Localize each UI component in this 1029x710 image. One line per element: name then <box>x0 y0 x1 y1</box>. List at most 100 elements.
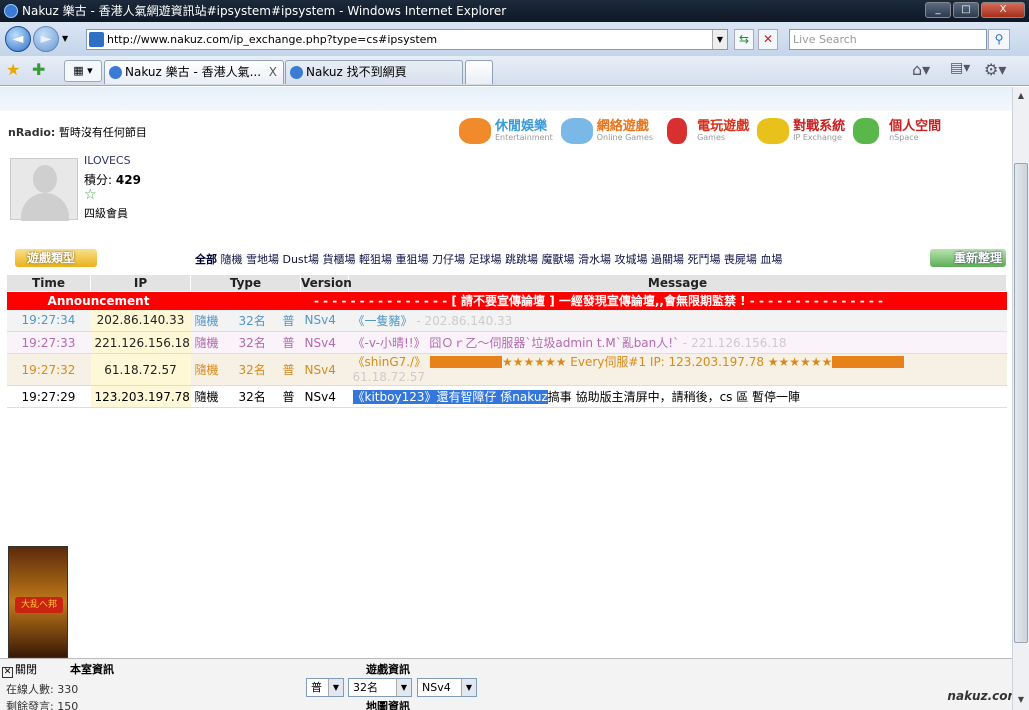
main-menu: 休閒娛樂 Entertainment 網絡遊戲 Online Games 電玩遊… <box>457 115 947 149</box>
message-text: 囧Ｏｒ乙〜伺服器`垃圾admin t.M`亂ban人!` <box>429 336 680 350</box>
row-players: 32名 <box>234 353 279 386</box>
search-icon[interactable]: ⚲ <box>988 29 1010 50</box>
row-players: 32名 <box>234 331 279 354</box>
page-menu-icon[interactable]: ▤▾ <box>950 60 970 76</box>
window-title: Nakuz 樂古 - 香港人氣網遊資訊站#ipsystem#ipsystem -… <box>22 4 507 18</box>
quick-tabs-icon[interactable]: ▦ ▾ <box>64 60 102 82</box>
add-favorites-icon[interactable]: ✚ <box>32 60 45 79</box>
row-ip[interactable]: 123.203.197.78 <box>90 385 191 408</box>
color-bar <box>832 356 905 368</box>
score-value: 429 <box>115 173 141 187</box>
game-type-filters[interactable]: 全部 隨機 雪地場 Dust場 貨櫃場 輕狙場 重狙場 刀仔場 足球場 跳跳場 … <box>195 251 782 267</box>
col-ip: IP <box>90 274 191 292</box>
game-type-bar: 遊戲類型 全部 隨機 雪地場 Dust場 貨櫃場 輕狙場 重狙場 刀仔場 足球場… <box>15 249 1006 267</box>
row-ip[interactable]: 221.126.156.18 <box>90 331 191 354</box>
message-ip: - 202.86.140.33 <box>412 313 513 328</box>
row-message: 《一隻豬》 - 202.86.140.33 <box>348 309 1007 332</box>
table-row: 19:27:29 123.203.197.78 隨機 32名 普 NSv4 《k… <box>6 385 1007 408</box>
message-author: 《shinG7./》 <box>352 354 427 369</box>
title-bar: Nakuz 樂古 - 香港人氣網遊資訊站#ipsystem#ipsystem -… <box>0 0 1029 22</box>
menu-nspace[interactable]: 個人空間 nSpace <box>851 115 941 149</box>
table-row: 19:27:32 61.18.72.57 隨機 32名 普 NSv4 《shin… <box>6 353 1007 386</box>
user-score: 積分: 429 <box>84 171 141 188</box>
user-level: 四級會員 <box>84 207 128 220</box>
tab-not-found[interactable]: Nakuz 找不到網頁 <box>285 60 463 84</box>
username-link[interactable]: ILOVECS <box>84 154 131 167</box>
menu-sublabel: IP Exchange <box>793 133 842 142</box>
color-bar <box>429 356 502 368</box>
new-tab-button[interactable] <box>465 60 493 84</box>
tab-nakuz[interactable]: Nakuz 樂古 - 香港人氣... X <box>104 60 284 84</box>
menu-ip-exchange[interactable]: 對戰系統 IP Exchange <box>755 115 845 149</box>
tab-label: Nakuz 樂古 - 香港人氣... <box>125 65 262 79</box>
header-band <box>0 87 1012 111</box>
menu-online-games[interactable]: 網絡遊戲 Online Games <box>559 115 653 149</box>
ip-exchange-table: Time IP Type Version Message Announcemen… <box>6 274 1007 408</box>
ad-banner[interactable]: 大乱ヘ邦 <box>8 546 68 658</box>
message-author: 《-v-小晴!!》 <box>352 336 426 350</box>
row-time: 19:27:33 <box>6 331 91 354</box>
menu-label: 電玩遊戲 <box>697 119 750 134</box>
address-dropdown-icon[interactable]: ▼ <box>712 30 727 49</box>
table-header: Time IP Type Version Message <box>6 274 1007 292</box>
entertainment-icon <box>459 118 491 144</box>
close-checkbox-icon[interactable]: ✕ <box>2 667 13 678</box>
filter-list[interactable]: 隨機 雪地場 Dust場 貨櫃場 輕狙場 重狙場 刀仔場 足球場 跳跳場 魔獸場… <box>221 253 783 266</box>
menu-games[interactable]: 電玩遊戲 Games <box>659 115 749 149</box>
avatar-body <box>21 193 69 221</box>
tab-favicon <box>290 66 303 79</box>
message-author: 《一隻豬》 <box>352 313 413 328</box>
menu-sublabel: Online Games <box>596 133 654 142</box>
maximize-button[interactable]: □ <box>953 2 979 18</box>
ip-exchange-icon <box>757 118 790 144</box>
address-bar[interactable]: http://www.nakuz.com/ip_exchange.php?typ… <box>86 29 728 50</box>
home-icon[interactable]: ⌂▾ <box>912 60 930 79</box>
forward-button[interactable]: ► <box>33 26 59 52</box>
browser-window: Nakuz 樂古 - 香港人氣網遊資訊站#ipsystem#ipsystem -… <box>0 0 1029 710</box>
footer-panel: ✕ 關閉 本室資訊 在線人數: 330 剩餘發言: 150 遊戲資訊 普 ▼ 32名… <box>0 658 1012 710</box>
score-label: 積分: <box>84 173 113 187</box>
close-button[interactable]: X <box>981 2 1025 18</box>
game-type-label: 遊戲類型 <box>15 249 97 267</box>
row-mode: 普 <box>278 331 301 354</box>
menu-entertainment[interactable]: 休閒娛樂 Entertainment <box>457 115 553 149</box>
favorites-star-icon[interactable]: ★ <box>6 60 20 79</box>
menu-label: 網絡遊戲 <box>596 119 649 134</box>
tools-gear-icon[interactable]: ⚙▾ <box>984 60 1006 79</box>
scroll-down-icon[interactable]: ▼ <box>1014 693 1028 707</box>
row-map: 隨機 <box>190 331 235 354</box>
row-mode: 普 <box>278 309 301 332</box>
vertical-scrollbar[interactable]: ▲ ▼ <box>1012 87 1029 710</box>
col-type: Type <box>189 274 302 292</box>
ie-icon <box>4 4 18 18</box>
close-panel-toggle[interactable]: ✕ 關閉 <box>2 661 37 678</box>
row-map: 隨機 <box>190 385 235 408</box>
online-games-icon <box>560 118 593 144</box>
map-info-heading: 地圖資訊 <box>366 700 410 710</box>
chevron-down-icon: ▼ <box>328 679 343 696</box>
scroll-up-icon[interactable]: ▲ <box>1014 89 1028 103</box>
players-select[interactable]: 32名 ▼ <box>348 678 412 697</box>
row-ip[interactable]: 202.86.140.33 <box>90 309 191 332</box>
filter-all[interactable]: 全部 <box>195 253 217 266</box>
scroll-thumb[interactable] <box>1014 163 1028 643</box>
menu-sublabel: Games <box>697 133 726 142</box>
navigation-bar: ◄ ► ▼ http://www.nakuz.com/ip_exchange.p… <box>0 22 1029 56</box>
row-message: 《kitboy123》還有智障仔 係nakuz搞事 協助版主清屏中，請稍後，cs… <box>348 385 1007 408</box>
history-dropdown-icon[interactable]: ▼ <box>62 34 68 43</box>
refresh-icon[interactable]: ⇆ <box>734 29 754 50</box>
search-input[interactable]: Live Search <box>789 29 987 50</box>
version-select[interactable]: NSv4 ▼ <box>417 678 477 697</box>
stop-icon[interactable]: ✕ <box>758 29 778 50</box>
minimize-button[interactable]: _ <box>925 2 951 18</box>
back-button[interactable]: ◄ <box>5 26 31 52</box>
message-highlight: 還有智障仔 係nakuz <box>436 390 548 404</box>
mode-select[interactable]: 普 ▼ <box>306 678 344 697</box>
announcement-text: - - - - - - - - - - - - - - - [ 請不要宣傳論壇 … <box>190 291 1007 310</box>
col-message: Message <box>348 274 1007 292</box>
level-star-icon: ☆ <box>84 187 97 203</box>
message-ip: - 221.126.156.18 <box>679 336 787 350</box>
row-ip[interactable]: 61.18.72.57 <box>90 353 191 386</box>
refresh-button[interactable]: 重新整理 <box>930 249 1006 267</box>
tab-close-icon[interactable]: X <box>269 61 277 83</box>
